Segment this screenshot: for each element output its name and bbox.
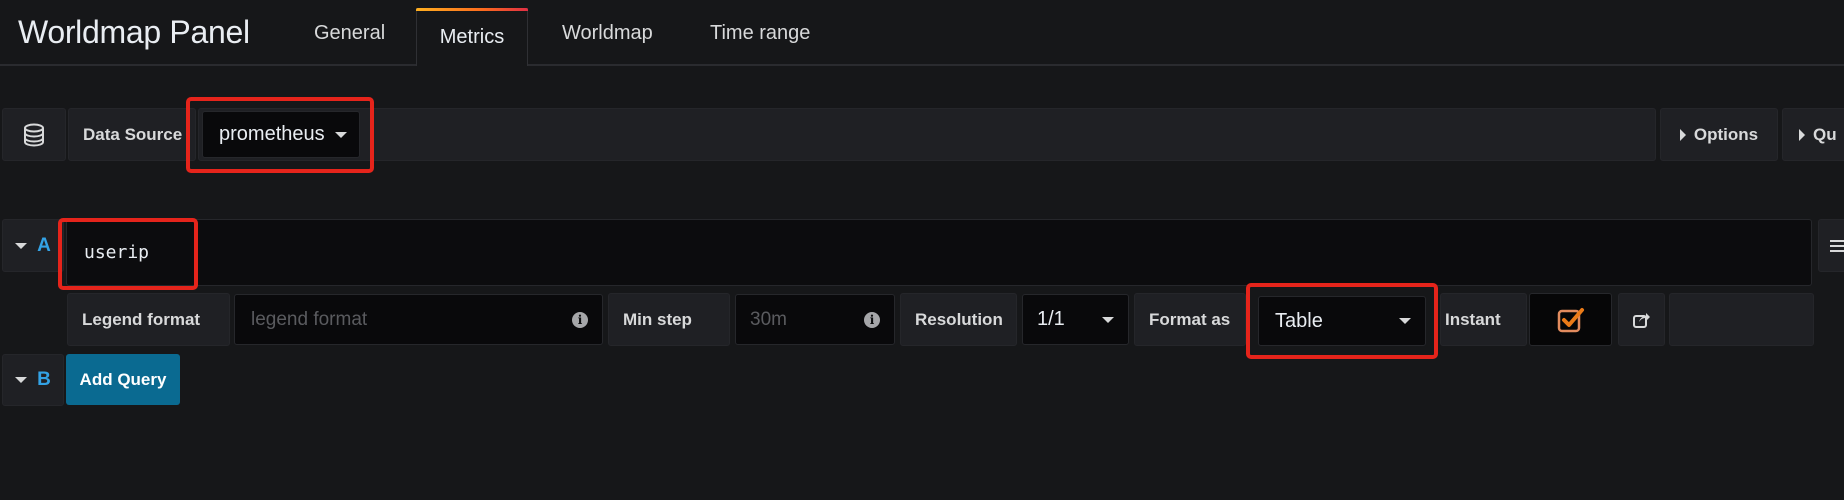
min-step-placeholder: 30m — [750, 308, 787, 330]
info-icon[interactable]: i — [572, 311, 588, 328]
datasource-icon-box — [2, 108, 66, 161]
options-button-label: Options — [1693, 124, 1759, 144]
options-row-filler — [1669, 293, 1814, 346]
chevron-down-icon — [1102, 316, 1114, 323]
tab-metrics[interactable]: Metrics — [416, 8, 528, 66]
format-as-label: Format as — [1134, 293, 1246, 346]
resolution-select-value: 1/1 — [1037, 308, 1065, 330]
query-inspector-button[interactable]: Qu — [1782, 108, 1844, 161]
collapse-caret-icon[interactable] — [15, 377, 28, 383]
resolution-select[interactable]: 1/1 — [1022, 294, 1129, 345]
share-button[interactable] — [1618, 293, 1665, 346]
highlight-annotation-query — [58, 218, 198, 290]
checkbox-checked-icon — [1557, 307, 1584, 332]
min-step-input[interactable]: 30m i — [735, 294, 895, 345]
share-icon — [1632, 312, 1650, 328]
highlight-annotation-datasource — [186, 97, 374, 173]
hamburger-menu-icon — [1830, 239, 1844, 252]
query-expression-input[interactable]: userip — [66, 219, 1812, 286]
query-menu-button[interactable] — [1818, 219, 1844, 272]
legend-format-label: Legend format — [67, 293, 230, 346]
query-b-header[interactable]: B — [2, 354, 64, 406]
chevron-right-icon — [1799, 128, 1805, 141]
chevron-right-icon — [1679, 128, 1686, 141]
highlight-annotation-format — [1246, 283, 1438, 359]
instant-label: Instant — [1440, 293, 1527, 346]
options-button[interactable]: Options — [1660, 108, 1778, 161]
legend-format-placeholder: legend format — [251, 308, 368, 330]
tab-bar-divider — [0, 64, 1844, 66]
panel-title: Worldmap Panel — [18, 14, 250, 50]
add-query-label: Add Query — [79, 369, 167, 389]
add-query-button[interactable]: Add Query — [66, 354, 180, 405]
datasource-row-filler — [198, 108, 1656, 161]
query-ref-id: B — [37, 369, 51, 390]
resolution-label: Resolution — [900, 293, 1017, 346]
info-icon[interactable]: i — [864, 311, 880, 328]
tab-general[interactable]: General — [314, 22, 385, 45]
min-step-label: Min step — [608, 293, 730, 346]
query-inspector-button-label: Qu — [1813, 124, 1837, 144]
instant-checkbox[interactable] — [1529, 293, 1612, 346]
query-ref-id: A — [37, 234, 51, 256]
query-a-header[interactable]: A — [2, 219, 64, 272]
collapse-caret-icon[interactable] — [15, 242, 28, 249]
tab-worldmap[interactable]: Worldmap — [562, 22, 653, 45]
datasource-label: Data Source — [68, 108, 196, 161]
tab-time-range[interactable]: Time range — [710, 22, 810, 45]
legend-format-input[interactable]: legend format i — [234, 294, 603, 345]
tab-metrics-label: Metrics — [439, 26, 505, 48]
database-icon — [24, 123, 44, 147]
